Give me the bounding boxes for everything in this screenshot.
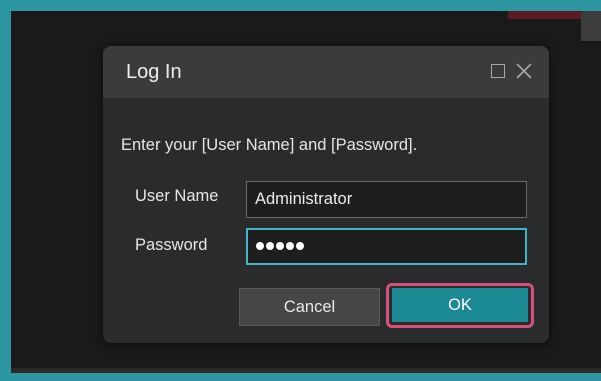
- dialog-title: Log In: [126, 61, 182, 83]
- close-icon-glyph: [516, 63, 532, 79]
- login-dialog: Log In Enter your [User Name] and [Passw…: [103, 46, 549, 343]
- background-bottom-strip: [11, 368, 601, 373]
- user-name-label: User Name: [135, 187, 219, 205]
- cancel-button[interactable]: Cancel: [239, 288, 380, 326]
- dialog-titlebar[interactable]: Log In: [103, 46, 549, 98]
- maximize-icon[interactable]: [491, 64, 505, 78]
- ok-button[interactable]: OK: [392, 288, 528, 322]
- app-window-frame: Log In Enter your [User Name] and [Passw…: [0, 0, 601, 381]
- background-accent-bar: [508, 11, 582, 19]
- user-name-input[interactable]: [246, 181, 527, 218]
- background-scrollbar[interactable]: [581, 11, 601, 41]
- login-instruction: Enter your [User Name] and [Password].: [121, 136, 418, 154]
- password-label: Password: [135, 236, 208, 254]
- password-input[interactable]: [246, 228, 527, 265]
- close-icon[interactable]: [515, 62, 533, 80]
